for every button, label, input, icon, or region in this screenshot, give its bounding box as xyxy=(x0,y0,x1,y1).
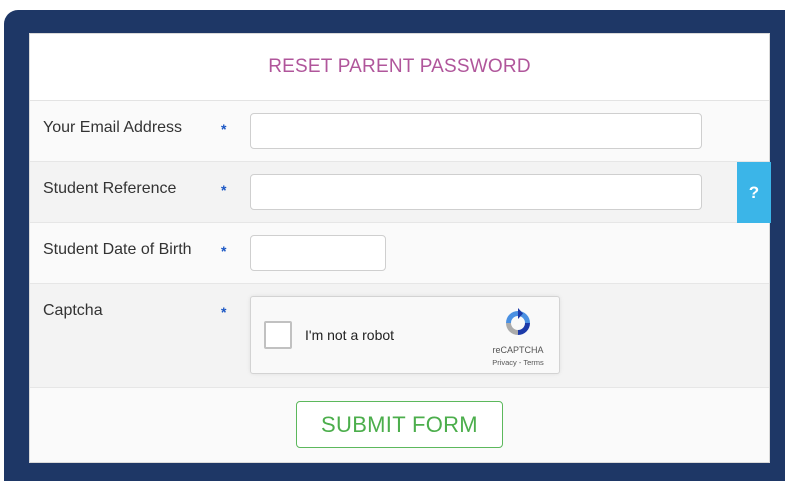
required-marker: * xyxy=(221,121,227,137)
recaptcha-brand: reCAPTCHA xyxy=(492,345,544,355)
reset-password-form: RESET PARENT PASSWORD Your Email Address… xyxy=(29,33,771,463)
captcha-row: Captcha * I'm not a robot reCAPTCHA Priv… xyxy=(30,284,769,388)
recaptcha-logo-icon xyxy=(506,308,530,335)
email-input[interactable] xyxy=(250,113,702,149)
required-marker: * xyxy=(221,243,227,259)
email-row: Your Email Address * xyxy=(30,101,769,162)
submit-button[interactable]: SUBMIT FORM xyxy=(296,401,503,448)
recaptcha-widget: I'm not a robot reCAPTCHA Privacy - Term… xyxy=(250,296,560,374)
student-dob-label: Student Date of Birth xyxy=(43,241,192,258)
student-reference-label: Student Reference xyxy=(43,180,177,197)
captcha-checkbox-label: I'm not a robot xyxy=(305,327,395,343)
submit-row: SUBMIT FORM xyxy=(30,388,769,462)
captcha-checkbox[interactable] xyxy=(264,321,292,349)
student-dob-row: Student Date of Birth * xyxy=(30,223,769,284)
required-marker: * xyxy=(221,182,227,198)
captcha-label: Captcha xyxy=(43,302,103,319)
required-marker: * xyxy=(221,304,227,320)
student-reference-row: Student Reference * ? xyxy=(30,162,771,223)
student-reference-input[interactable] xyxy=(250,174,702,210)
email-label: Your Email Address xyxy=(43,119,183,136)
student-dob-input[interactable] xyxy=(250,235,386,271)
form-title: RESET PARENT PASSWORD xyxy=(268,56,531,77)
recaptcha-privacy-terms-link[interactable]: Privacy - Terms xyxy=(481,358,555,367)
help-button[interactable]: ? xyxy=(737,162,771,223)
form-header: RESET PARENT PASSWORD xyxy=(30,34,769,101)
